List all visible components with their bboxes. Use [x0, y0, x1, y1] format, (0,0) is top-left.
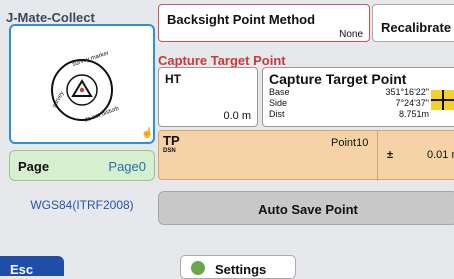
section-title: Capture Target Point	[158, 53, 286, 68]
side-key: Side	[269, 98, 288, 108]
tp-accuracy: 0.01 m	[427, 149, 454, 161]
survey-marker-icon: survey marker do not disturb survey	[51, 50, 121, 124]
settings-button[interactable]: Settings	[180, 255, 296, 279]
recalibrate-label: Recalibrate	[381, 20, 452, 35]
page-value: Page0	[108, 159, 146, 174]
page-button[interactable]: Page Page0	[9, 150, 155, 181]
survey-marker-logo: survey marker do not disturb survey	[9, 24, 155, 144]
settings-label: Settings	[215, 262, 267, 277]
ht-value: 0.0 m	[223, 110, 251, 122]
side-value: 7°24'37"	[395, 98, 429, 108]
tp-label: TP	[163, 133, 180, 148]
esc-button[interactable]: Esc	[0, 256, 64, 277]
tp-point-name: Point10	[331, 137, 369, 149]
target-point-row[interactable]: TP DSN Point10 ± 0.01 m	[158, 130, 454, 181]
logo-ring-text-bottom: do not disturb	[84, 106, 121, 124]
datum-label: WGS84(ITRF2008)	[30, 198, 134, 212]
tp-sub: DSN	[163, 148, 176, 154]
base-value: 351°16'22"	[385, 87, 429, 97]
ht-label: HT	[165, 72, 181, 86]
capture-box-title: Capture Target Point	[269, 71, 407, 87]
backsight-label: Backsight Point Method	[167, 12, 316, 27]
recalibrate-button[interactable]: Recalibrate	[372, 4, 454, 42]
ht-field[interactable]: HT 0.0 m	[158, 67, 258, 127]
tp-divider	[377, 131, 378, 181]
crosshair-target-icon	[431, 90, 454, 110]
dist-value: 8.751m	[398, 109, 429, 119]
page-label: Page	[18, 159, 50, 174]
logo-ring-text-top: survey marker	[72, 50, 110, 67]
capture-target-point-button[interactable]: Capture Target Point Base 351°16'22" Sid…	[262, 67, 454, 127]
base-key: Base	[269, 87, 290, 97]
backsight-method-button[interactable]: Backsight Point Method None	[158, 4, 370, 42]
hand-pointer-icon: ☝	[141, 128, 154, 139]
dist-key: Dist	[269, 109, 285, 119]
gear-icon	[191, 261, 205, 275]
app-title: J-Mate-Collect	[6, 10, 95, 25]
auto-save-point-button[interactable]: Auto Save Point	[158, 191, 454, 225]
plus-minus-symbol: ±	[387, 149, 394, 161]
backsight-value: None	[339, 29, 363, 40]
